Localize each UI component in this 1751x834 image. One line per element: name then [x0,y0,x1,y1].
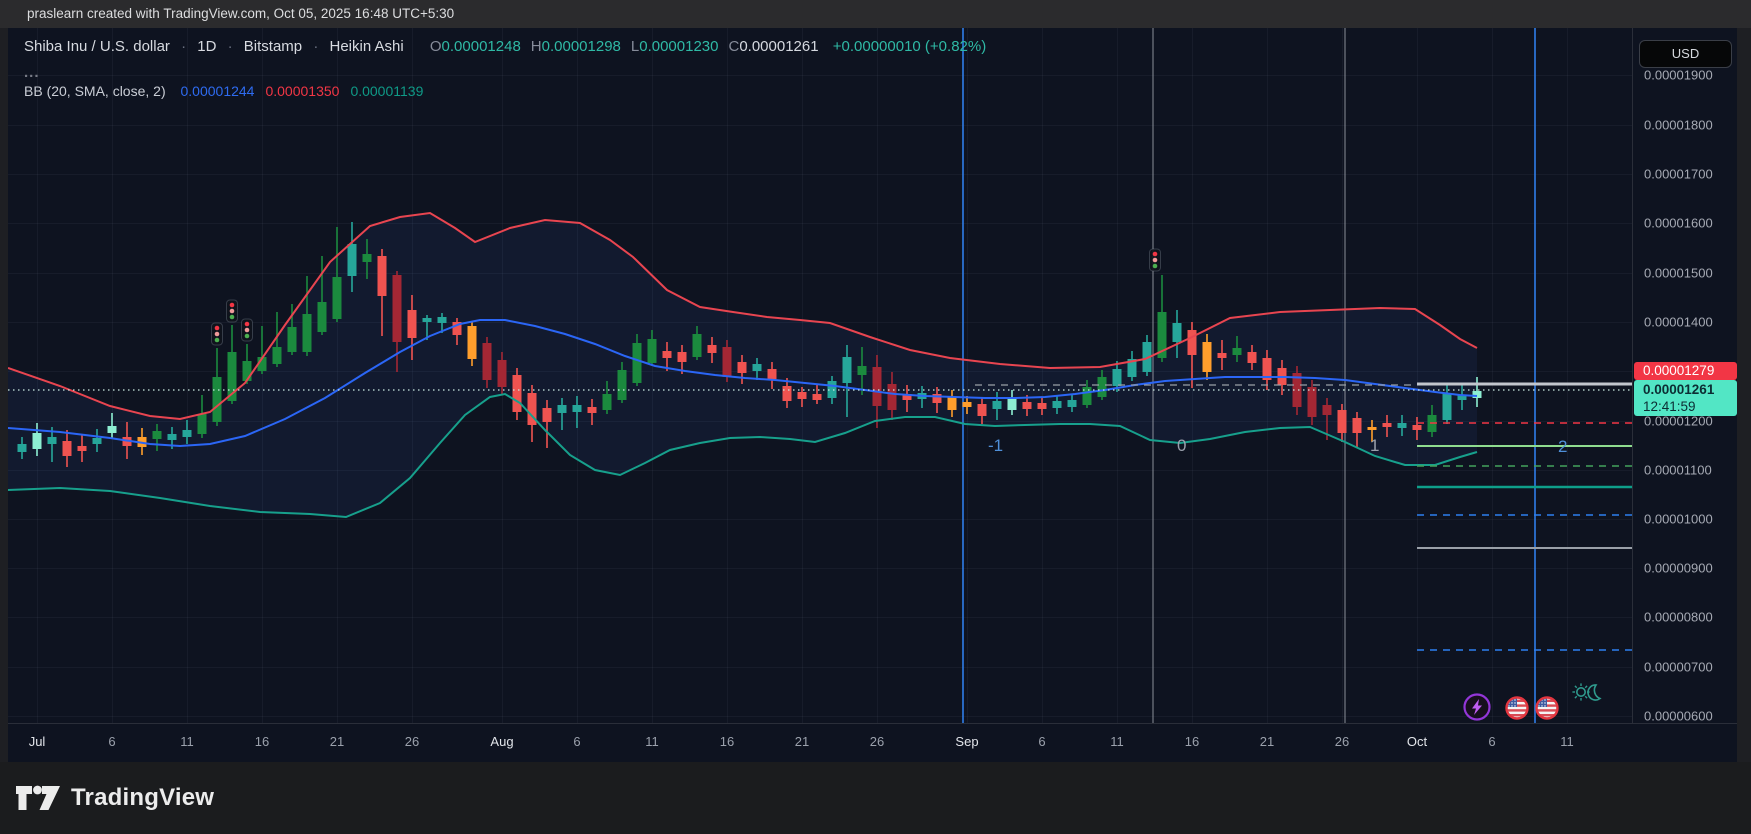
price-chart-canvas[interactable]: -1 0 1 2 [8,28,1632,723]
chart-plot-area[interactable]: -1 0 1 2 [8,28,1632,723]
interval-value[interactable]: 1D [197,38,216,55]
price-tick-label: 0.00001600 [1644,216,1713,231]
price-tick-label: 0.00000600 [1644,709,1713,724]
time-tick-label: 21 [795,734,809,749]
price-level-value: 0.00001279 [1643,363,1714,378]
tradingview-logo[interactable]: TradingView [15,783,214,813]
price-tick-label: 0.00001400 [1644,315,1713,330]
us-flag-icon [1537,698,1558,719]
time-tick-label: 11 [180,734,194,749]
chart-legend: Shiba Inu / U.S. dollar · 1D · Bitstamp … [24,38,986,99]
sun-moon-icon [1572,683,1600,700]
last-price-badge: 0.00001261 12:41:59 [1634,380,1737,416]
time-axis[interactable]: Jul 6 11 16 21 26 Aug 6 11 16 21 26 Sep 6 11 16 21 26 Oct 6… [8,723,1737,762]
wave-count-label: 1 [1370,436,1379,455]
time-tick-label: 6 [1038,734,1045,749]
currency-toggle-button[interactable]: USD [1639,40,1732,68]
wave-count-label: 2 [1558,437,1567,456]
lightning-icon [1465,695,1490,720]
ohlc-readout: O0.00001248H0.00001298L0.00001230C0.0000… [420,38,819,55]
time-tick-label: 11 [645,734,659,749]
price-tick-label: 0.00000800 [1644,610,1713,625]
traffic-light-marker [1150,249,1161,271]
time-tick-label: 21 [330,734,344,749]
footer-bar: TradingView [0,762,1751,834]
wave-count-label: 0 [1177,436,1186,455]
time-tick-label: Sep [955,734,978,749]
symbol-row[interactable]: Shiba Inu / U.S. dollar · 1D · Bitstamp … [24,38,986,55]
traffic-light-marker [242,319,253,341]
time-tick-label: 16 [255,734,269,749]
price-tick-label: 0.00001900 [1644,68,1713,83]
time-tick-label: 26 [405,734,419,749]
chart-type-name: Heikin Ashi [330,38,404,55]
time-tick-label: 16 [720,734,734,749]
price-tick-label: 0.00000900 [1644,561,1713,576]
separator: · [306,38,325,55]
symbol-title[interactable]: Shiba Inu / U.S. dollar [24,38,170,55]
separator: · [174,38,193,55]
separator: · [221,38,240,55]
traffic-light-marker [227,300,238,322]
tradingview-brand-text: TradingView [71,784,214,812]
time-tick-label: Oct [1407,734,1427,749]
us-flag-icon [1507,698,1528,719]
legend-more-ellipsis[interactable]: ... [24,68,986,78]
time-tick-label: 6 [108,734,115,749]
price-tick-label: 0.00001800 [1644,118,1713,133]
price-axis[interactable]: USD 0.00001279 0.00001261 12:41:59 0.000… [1632,28,1737,762]
time-tick-label: 6 [1488,734,1495,749]
snapshot-titlebar: praslearn created with TradingView.com, … [0,0,1751,28]
snapshot-caption: praslearn created with TradingView.com, … [27,6,454,21]
traffic-light-marker [212,323,223,345]
time-tick-label: 26 [1335,734,1349,749]
chart-widget: -1 0 1 2 Shiba Inu / U.S. dollar · 1D · Bit… [8,28,1737,762]
price-tick-label: 0.00000700 [1644,660,1713,675]
tradingview-snapshot-window: praslearn created with TradingView.com, … [0,0,1751,834]
price-tick-label: 0.00001000 [1644,512,1713,527]
indicator-values: 0.000012440.000013500.00001139 [170,83,424,99]
time-tick-label: 16 [1185,734,1199,749]
wave-count-label: -1 [988,436,1003,455]
time-tick-label: 11 [1560,734,1574,749]
indicator-name[interactable]: BB (20, SMA, close, 2) [24,83,166,99]
bar-countdown: 12:41:59 [1643,398,1737,415]
price-tick-label: 0.00001100 [1644,463,1712,478]
indicator-row[interactable]: BB (20, SMA, close, 2) 0.000012440.00001… [24,83,986,99]
time-tick-label: 11 [1110,734,1124,749]
last-price-value: 0.00001261 [1643,381,1737,398]
price-level-badge: 0.00001279 [1634,362,1737,380]
time-tick-label: Aug [490,734,513,749]
tradingview-logo-icon [15,783,61,813]
time-tick-label: 21 [1260,734,1274,749]
change-readout: +0.00000010 (+0.82%) [833,38,986,55]
exchange-name: Bitstamp [244,38,302,55]
price-tick-label: 0.00001700 [1644,167,1713,182]
price-tick-label: 0.00001500 [1644,266,1713,281]
time-tick-label: 26 [870,734,884,749]
time-tick-label: 6 [573,734,580,749]
time-tick-label: Jul [29,734,46,749]
